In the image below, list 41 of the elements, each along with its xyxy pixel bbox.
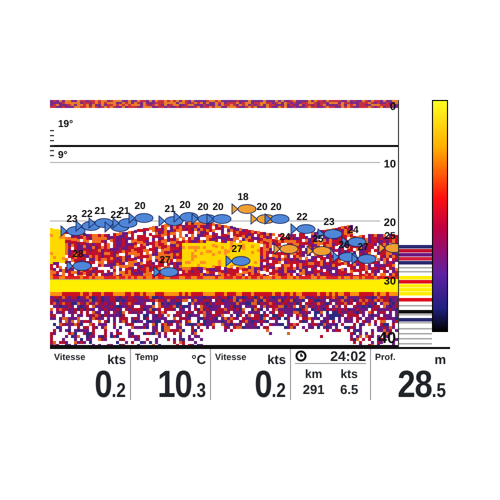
fish-depth-label: 20 xyxy=(270,202,282,213)
temperature-label: 19° xyxy=(58,119,74,130)
unit-label: kts xyxy=(340,368,358,380)
fish-depth-label: 26 xyxy=(338,240,350,251)
fish-depth-label: 22 xyxy=(296,212,308,223)
temperature-label: 9° xyxy=(58,150,68,161)
unit-label: kts xyxy=(267,353,286,366)
data-label: Temp xyxy=(135,353,158,362)
fish-depth-label: 23 xyxy=(66,214,78,225)
temperature-ticks-icon xyxy=(50,130,54,156)
fish-depth-label: 20 xyxy=(212,202,224,213)
fish-depth-label: 20 xyxy=(179,200,191,211)
time-value: 24:02 xyxy=(330,349,366,363)
unit-label: km xyxy=(304,368,322,380)
fish-depth-label: 27 xyxy=(159,255,171,266)
fish-depth-label: 20 xyxy=(256,202,268,213)
fish-depth-label: 24 xyxy=(347,225,359,236)
fish-depth-label: 22 xyxy=(81,209,93,220)
fish-depth-label: 21 xyxy=(164,204,176,215)
data-label: Vitesse xyxy=(54,353,86,362)
fish-depth-label: 27 xyxy=(357,242,369,253)
data-label: Prof. xyxy=(375,353,396,362)
fish-depth-label: 23 xyxy=(323,217,335,228)
fish-depth-label: 20 xyxy=(134,201,146,212)
unit-label: °C xyxy=(191,353,206,366)
unit-label: m xyxy=(434,353,446,366)
data-value: 291 xyxy=(302,383,324,396)
data-label: Vitesse xyxy=(215,353,246,362)
depth-scale-label: 20 xyxy=(384,217,396,229)
fish-depth-label: 21 xyxy=(94,206,106,217)
fish-depth-label: 25 xyxy=(312,234,324,245)
depth-scale-label: 10 xyxy=(384,158,396,170)
fish-depth-label: 27 xyxy=(231,244,243,255)
data-value: 6.5 xyxy=(340,383,358,396)
fish-depth-label: 28 xyxy=(72,249,84,260)
fish-depth-label: 18 xyxy=(237,192,249,203)
depth-scale-label: 30 xyxy=(384,276,396,288)
unit-label: kts xyxy=(107,353,126,366)
fish-depth-label: 25 xyxy=(384,231,396,242)
fish-depth-label: 20 xyxy=(197,202,209,213)
clock-icon xyxy=(295,350,307,362)
